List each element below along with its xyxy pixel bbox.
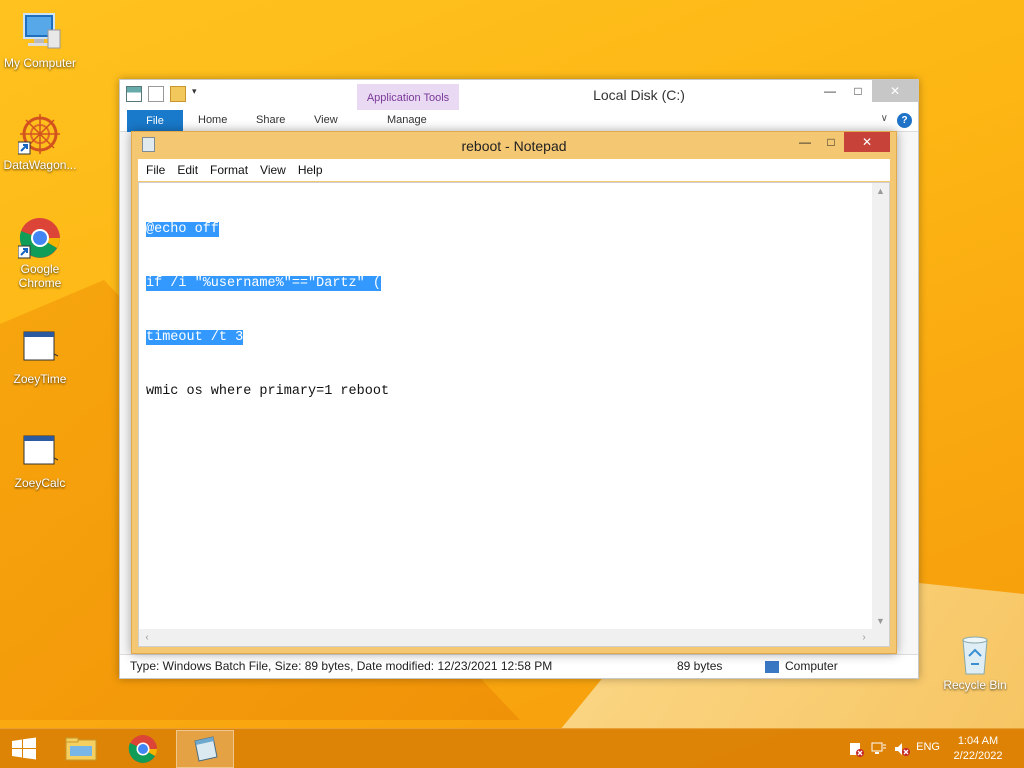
explorer-minimize-button[interactable]: — [816,80,844,102]
horizontal-scrollbar[interactable]: ‹ › [139,629,872,646]
scroll-left-icon[interactable]: ‹ [139,629,155,646]
desktop-icon-datawagon[interactable]: DataWagon... [0,112,80,172]
desktop-icon-label: Google Chrome [18,262,62,290]
explorer-title-bar[interactable]: ▾ Application Tools Local Disk (C:) — □ … [120,80,918,110]
desktop-icon-label: Recycle Bin [943,678,1007,692]
notepad-icon [194,736,218,762]
ribbon-tabs: File Home Share View Manage ∨ ? [120,110,918,132]
clock-date: 2/22/2022 [953,750,1003,762]
desktop-icon-label: My Computer [3,56,77,70]
explorer-close-button[interactable]: ✕ [872,80,918,102]
tab-home[interactable]: Home [198,114,227,126]
status-size: 89 bytes [677,659,723,673]
taskbar-chrome[interactable] [114,730,172,768]
language-indicator[interactable]: ENG [916,741,940,753]
notepad-menu-bar: File Edit Format View Help [138,159,890,181]
menu-format[interactable]: Format [210,163,260,177]
scroll-up-icon[interactable]: ▲ [872,183,889,199]
chrome-icon [128,735,157,763]
taskbar: ENG 1:04 AM 2/22/2022 [0,728,1024,768]
text-line[interactable]: wmic os where primary=1 reboot [146,384,389,399]
text-line-selected[interactable]: if /i "%username%"=="Dartz" ( [146,276,381,291]
notepad-window[interactable]: reboot - Notepad — □ ✕ File Edit Format … [131,131,897,654]
explorer-maximize-button[interactable]: □ [844,80,872,102]
notepad-close-button[interactable]: ✕ [844,132,890,152]
tab-share[interactable]: Share [256,114,285,126]
scroll-down-icon[interactable]: ▼ [872,613,889,629]
menu-view[interactable]: View [260,163,298,177]
menu-edit[interactable]: Edit [177,163,210,177]
desktop-icon-label: DataWagon... [3,158,77,172]
desktop-icon-label: ZoeyCalc [14,476,66,490]
scroll-corner [872,629,889,646]
window-app-icon [18,430,62,474]
network-icon[interactable] [871,741,887,757]
text-line-selected[interactable]: timeout /t 3 [146,330,244,345]
window-app-icon [18,326,62,370]
volume-muted-icon[interactable] [894,741,910,757]
taskbar-file-explorer[interactable] [52,730,110,768]
status-details: Type: Windows Batch File, Size: 89 bytes… [130,659,553,673]
scroll-right-icon[interactable]: › [856,629,872,646]
chrome-icon [17,216,62,260]
system-tray: ENG 1:04 AM 2/22/2022 [824,729,1024,768]
file-explorer-icon [65,737,97,761]
explorer-title: Local Disk (C:) [593,87,685,103]
tab-view[interactable]: View [314,114,338,126]
desktop-icon-recycle-bin[interactable]: Recycle Bin [935,632,1015,692]
clock-time: 1:04 AM [957,735,999,747]
notepad-minimize-button[interactable]: — [792,132,818,152]
desktop-icon-zoeycalc[interactable]: ZoeyCalc [0,430,80,490]
windows-logo-icon [12,737,36,760]
tab-manage[interactable]: Manage [387,114,427,126]
taskbar-notepad[interactable] [176,730,234,768]
ribbon-expand-icon[interactable]: ∨ [881,113,888,124]
menu-file[interactable]: File [146,163,177,177]
action-center-icon[interactable] [848,741,864,757]
computer-icon [18,10,62,54]
desktop-icon-zoeytime[interactable]: ZoeyTime [0,326,80,386]
notepad-title: reboot - Notepad [461,138,567,154]
start-button[interactable] [0,730,48,768]
status-location: Computer [785,659,838,673]
datawagon-icon [17,112,62,156]
clock[interactable]: 1:04 AM 2/22/2022 [948,734,1008,764]
desktop-icon-label: ZoeyTime [13,372,67,386]
notepad-content[interactable]: @echo off if /i "%username%"=="Dartz" ( … [146,185,389,437]
computer-icon [765,661,779,673]
tab-file[interactable]: File [127,110,183,132]
desktop-icon-chrome[interactable]: Google Chrome [0,216,80,290]
notepad-title-bar[interactable]: reboot - Notepad — □ ✕ [132,132,896,159]
notepad-maximize-button[interactable]: □ [818,132,844,152]
text-line-selected[interactable]: @echo off [146,222,219,237]
recycle-bin-icon [953,632,997,676]
explorer-status-bar: Type: Windows Batch File, Size: 89 bytes… [120,654,918,678]
notepad-text-area[interactable]: @echo off if /i "%username%"=="Dartz" ( … [138,182,890,647]
help-icon[interactable]: ? [897,113,912,128]
desktop-icon-my-computer[interactable]: My Computer [0,10,80,70]
vertical-scrollbar[interactable]: ▲ ▼ [872,183,889,629]
menu-help[interactable]: Help [298,163,335,177]
